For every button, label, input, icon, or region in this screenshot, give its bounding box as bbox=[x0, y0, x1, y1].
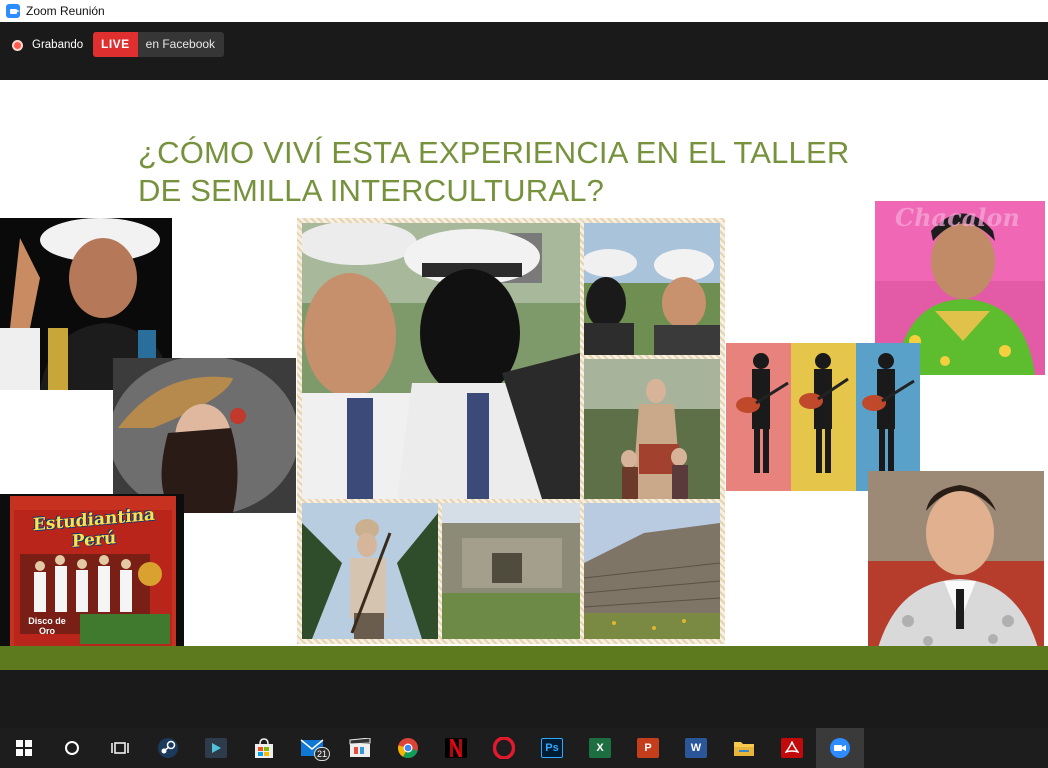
excel-icon: X bbox=[589, 738, 611, 758]
live-badge: LIVE bbox=[93, 32, 138, 57]
photo-stone-ruins-2 bbox=[584, 503, 720, 639]
taskbar-chrome[interactable] bbox=[384, 728, 432, 768]
photo-stone-ruins-1 bbox=[442, 503, 580, 639]
chrome-icon bbox=[398, 738, 418, 759]
zoom-icon bbox=[830, 738, 850, 758]
title-bar: Zoom Reunión bbox=[0, 0, 1048, 22]
taskbar-store[interactable] bbox=[240, 728, 288, 768]
acrobat-pdf-icon bbox=[781, 738, 803, 758]
meeting-top-bar: Grabando LIVE en Facebook bbox=[0, 22, 1048, 80]
opera-icon bbox=[493, 737, 515, 759]
steam-icon bbox=[158, 738, 178, 758]
taskbar-excel[interactable]: X bbox=[576, 728, 624, 768]
photoshop-icon: Ps bbox=[541, 738, 563, 758]
album-badge: Disco de Oro bbox=[28, 616, 66, 636]
search-button[interactable] bbox=[48, 728, 96, 768]
video-editor-icon bbox=[205, 738, 227, 758]
taskbar-powerpoint[interactable]: P bbox=[624, 728, 672, 768]
word-icon: W bbox=[685, 738, 707, 758]
live-stream-button[interactable]: LIVE en Facebook bbox=[93, 32, 225, 57]
photo-collage bbox=[297, 218, 725, 644]
taskbar-word[interactable]: W bbox=[672, 728, 720, 768]
taskbar-mail[interactable]: 21 bbox=[288, 728, 336, 768]
zoom-app-icon bbox=[6, 4, 20, 18]
taskbar-acrobat[interactable] bbox=[768, 728, 816, 768]
window-title: Zoom Reunión bbox=[26, 4, 105, 18]
taskbar-opera[interactable] bbox=[480, 728, 528, 768]
illustration-guitar-band bbox=[726, 343, 920, 491]
start-button[interactable] bbox=[0, 728, 48, 768]
slide-footer-bar bbox=[0, 646, 1048, 670]
windows-logo-icon bbox=[16, 740, 32, 756]
photo-statue-man bbox=[302, 503, 438, 639]
taskbar-movies[interactable] bbox=[336, 728, 384, 768]
powerpoint-icon: P bbox=[637, 738, 659, 758]
folder-icon bbox=[734, 742, 754, 756]
photo-two-dancers bbox=[584, 223, 720, 355]
taskbar-video-editor[interactable] bbox=[192, 728, 240, 768]
photo-woman-hat bbox=[113, 358, 296, 513]
task-view-button[interactable] bbox=[96, 728, 144, 768]
meeting-bottom-area bbox=[0, 670, 1048, 728]
taskbar-file-explorer[interactable] bbox=[720, 728, 768, 768]
task-view-icon bbox=[111, 742, 129, 754]
album-estudiantina-peru: Estudiantina Perú Disco de Oro bbox=[0, 494, 184, 656]
mail-unread-badge: 21 bbox=[313, 747, 330, 761]
live-target-label: en Facebook bbox=[145, 37, 216, 51]
photo-selfie-masked-dancer bbox=[302, 223, 580, 499]
record-icon bbox=[12, 39, 23, 51]
netflix-icon bbox=[445, 738, 467, 758]
taskbar-steam[interactable] bbox=[144, 728, 192, 768]
windows-taskbar: 21 Ps X P W bbox=[0, 728, 1048, 768]
taskbar-photoshop[interactable]: Ps bbox=[528, 728, 576, 768]
recording-label: Grabando bbox=[32, 39, 84, 51]
photo-bullfighter bbox=[868, 471, 1044, 648]
recording-indicator[interactable]: Grabando bbox=[12, 38, 83, 52]
taskbar-zoom[interactable] bbox=[816, 728, 864, 768]
store-bag-icon bbox=[255, 738, 273, 758]
chacalon-lettering: Chacalon bbox=[895, 203, 1020, 232]
slide-title: ¿CÓMO VIVÍ ESTA EXPERIENCIA EN EL TALLER… bbox=[138, 135, 850, 208]
taskbar-netflix[interactable] bbox=[432, 728, 480, 768]
zoom-window: Zoom Reunión Grabando LIVE en Facebook ¿… bbox=[0, 0, 1048, 768]
shared-slide: ¿CÓMO VIVÍ ESTA EXPERIENCIA EN EL TALLER… bbox=[0, 80, 1048, 670]
clapperboard-icon bbox=[349, 738, 371, 757]
photo-statue-woman bbox=[584, 359, 720, 499]
search-circle-icon bbox=[65, 741, 79, 755]
